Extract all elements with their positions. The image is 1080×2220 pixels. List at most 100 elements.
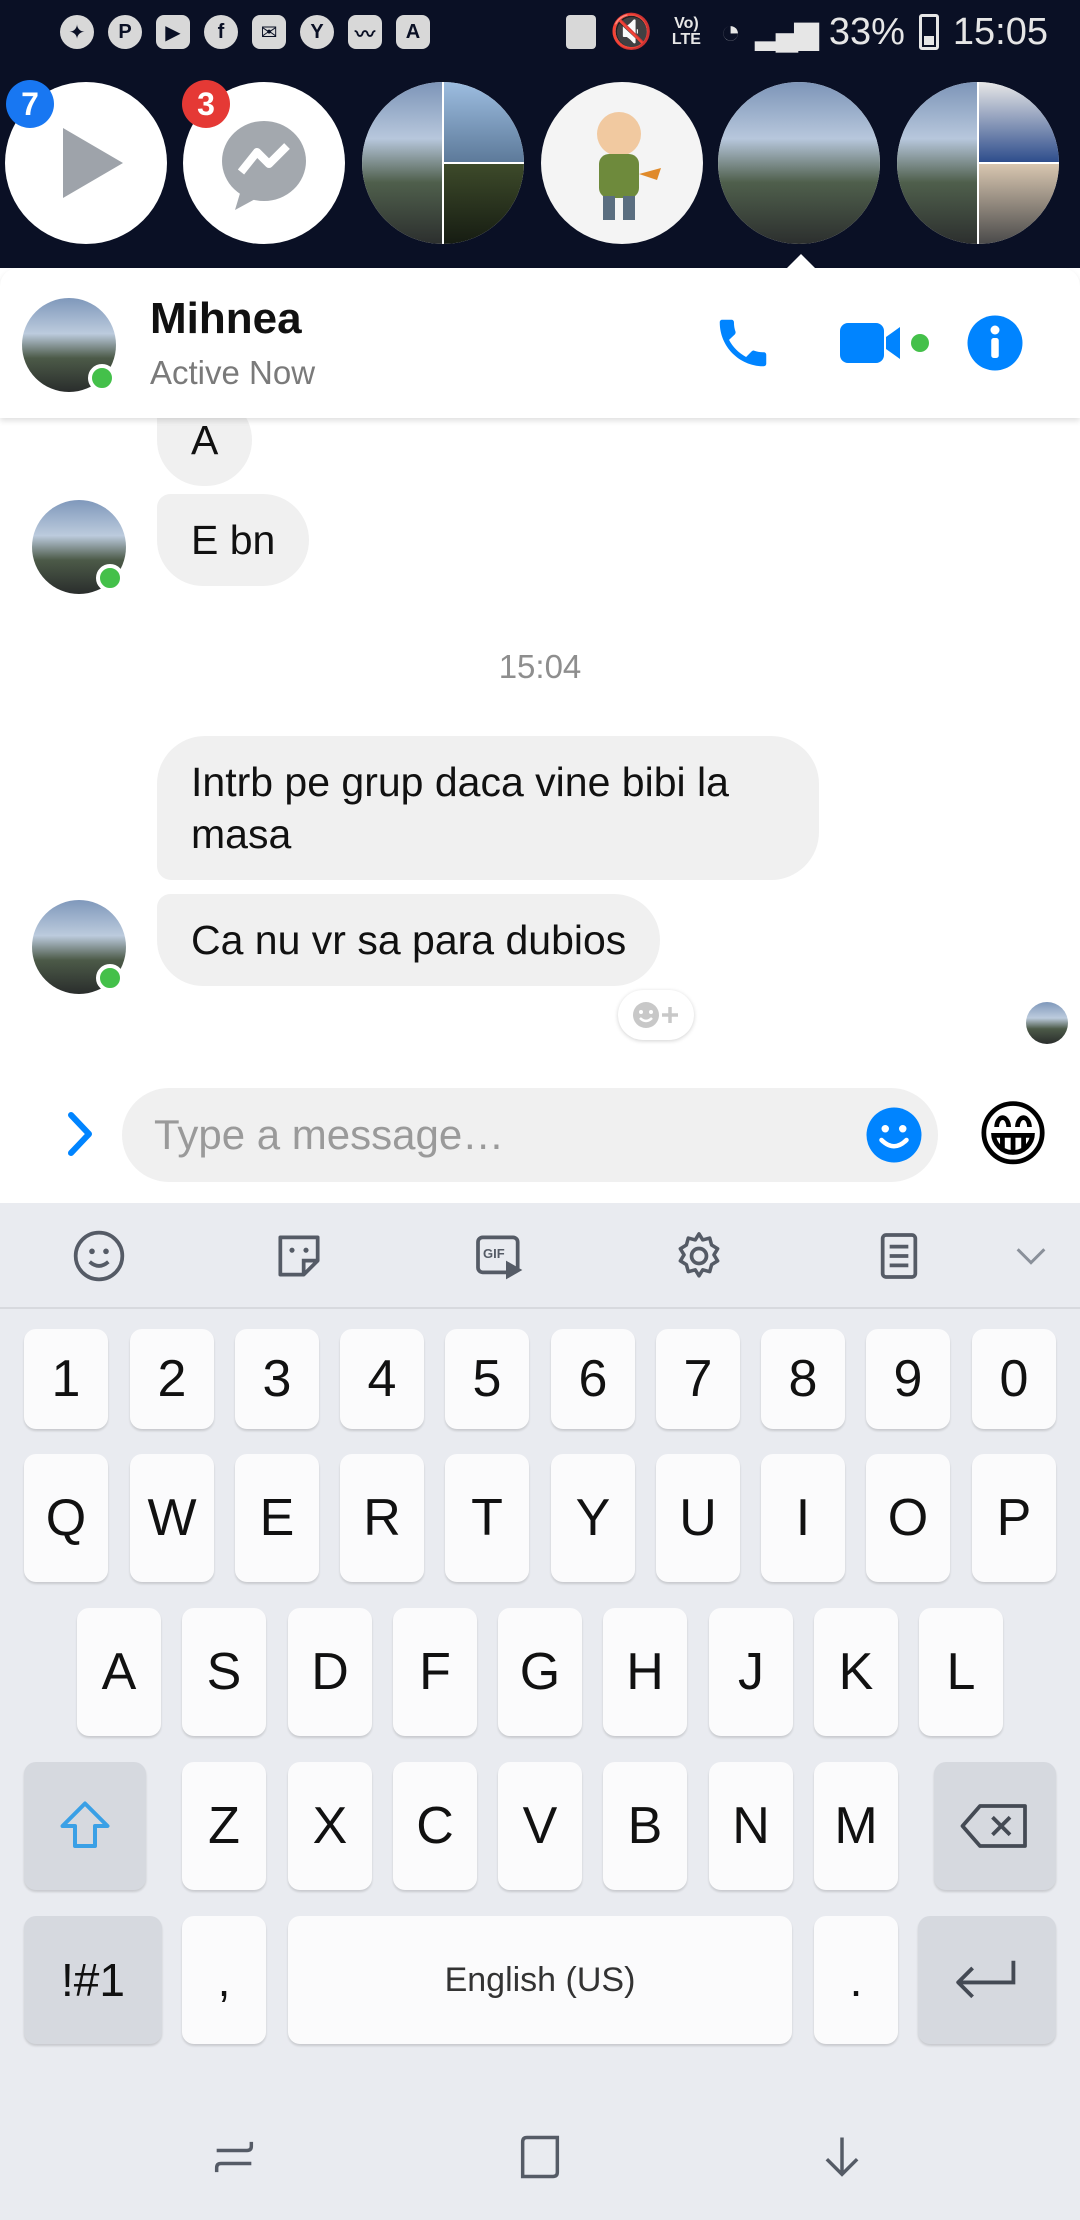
recent-apps-icon — [214, 2141, 254, 2173]
online-indicator — [96, 964, 124, 992]
settings-icon — [678, 1232, 720, 1278]
key-m[interactable]: M — [814, 1762, 898, 1890]
key-x[interactable]: X — [288, 1762, 372, 1890]
key-f[interactable]: F — [393, 1608, 477, 1736]
keyboard-sticker-button[interactable] — [266, 1223, 332, 1289]
key-y[interactable]: Y — [551, 1454, 635, 1582]
info-button[interactable] — [960, 308, 1030, 378]
enter-icon — [956, 1960, 1016, 1999]
message-input[interactable] — [154, 1088, 834, 1182]
key-g[interactable]: G — [498, 1608, 582, 1736]
cartoon-avatar-icon — [597, 112, 661, 220]
key-w[interactable]: W — [130, 1454, 214, 1582]
gif-label: GIF — [483, 1246, 505, 1261]
symbols-key[interactable]: !#1 — [24, 1916, 162, 2044]
key-3[interactable]: 3 — [235, 1329, 319, 1429]
key-4[interactable]: 4 — [340, 1329, 424, 1429]
key-9[interactable]: 9 — [866, 1329, 950, 1429]
contact-name[interactable]: Mihnea — [150, 294, 302, 344]
phone-icon — [719, 319, 767, 367]
info-icon — [967, 315, 1023, 371]
key-z[interactable]: Z — [182, 1762, 266, 1890]
key-5[interactable]: 5 — [445, 1329, 529, 1429]
signal-icon: ▂▄▆ — [754, 14, 819, 50]
key-j[interactable]: J — [709, 1608, 793, 1736]
clock: 15:05 — [952, 10, 1048, 53]
sticker-icon — [278, 1235, 320, 1277]
voice-call-button[interactable] — [708, 308, 778, 378]
message-bubble[interactable]: Ca nu vr sa para dubios — [157, 894, 661, 986]
key-o[interactable]: O — [866, 1454, 950, 1582]
message-composer: 😁 — [0, 1060, 1080, 1202]
key-7[interactable]: 7 — [656, 1329, 740, 1429]
key-d[interactable]: D — [288, 1608, 372, 1736]
space-key[interactable]: English (US) — [288, 1916, 792, 2044]
battery-icon — [918, 14, 939, 50]
key-t[interactable]: T — [445, 1454, 529, 1582]
key-k[interactable]: K — [814, 1608, 898, 1736]
keyboard: GIF 1 2 3 4 5 6 7 8 9 0 Q W E R T Y U I … — [0, 1203, 1080, 2093]
keyboard-clipboard-button[interactable] — [866, 1223, 932, 1289]
recent-apps-button[interactable] — [202, 2125, 266, 2189]
message-bubble[interactable]: Intrb pe grup daca vine bibi la masa — [157, 736, 819, 880]
period-key[interactable]: . — [814, 1916, 898, 2044]
group2-photo-1 — [897, 82, 977, 244]
comma-key[interactable]: , — [182, 1916, 266, 2044]
key-1[interactable]: 1 — [24, 1329, 108, 1429]
keyboard-settings-button[interactable] — [666, 1223, 732, 1289]
keyboard-emoji-button[interactable] — [66, 1223, 132, 1289]
chat-head-group-1[interactable] — [362, 82, 524, 244]
smiley-icon — [866, 1107, 922, 1163]
key-2[interactable]: 2 — [130, 1329, 214, 1429]
message-bubble[interactable]: E bn — [157, 494, 310, 586]
key-n[interactable]: N — [709, 1762, 793, 1890]
chevron-right-icon — [68, 1112, 92, 1156]
key-6[interactable]: 6 — [551, 1329, 635, 1429]
add-reaction-button[interactable] — [618, 990, 694, 1040]
chevron-down-icon — [1016, 1248, 1046, 1265]
quick-reaction-button[interactable]: 😁 — [968, 1090, 1058, 1180]
backspace-key[interactable] — [934, 1762, 1056, 1890]
key-u[interactable]: U — [656, 1454, 740, 1582]
youtube-icon: ▶ — [156, 15, 190, 49]
keyboard-collapse-button[interactable] — [998, 1223, 1064, 1289]
emoji-picker-button[interactable] — [864, 1105, 924, 1165]
key-e[interactable]: E — [235, 1454, 319, 1582]
key-i[interactable]: I — [761, 1454, 845, 1582]
add-reaction-icon — [633, 1002, 678, 1028]
read-receipt-avatar — [1026, 1002, 1068, 1044]
hide-keyboard-button[interactable] — [810, 2125, 874, 2189]
video-call-button[interactable] — [836, 308, 936, 378]
key-s[interactable]: S — [182, 1608, 266, 1736]
home-button[interactable] — [508, 2125, 572, 2189]
key-a[interactable]: A — [77, 1608, 161, 1736]
key-v[interactable]: V — [498, 1762, 582, 1890]
keyboard-gif-button[interactable]: GIF — [466, 1223, 532, 1289]
selected-head-indicator — [785, 254, 817, 270]
key-h[interactable]: H — [603, 1608, 687, 1736]
message-input-container — [122, 1088, 938, 1182]
key-0[interactable]: 0 — [972, 1329, 1056, 1429]
contact-status: Active Now — [150, 354, 316, 391]
shift-key[interactable] — [24, 1762, 146, 1890]
chat-head-group-2[interactable] — [897, 82, 1059, 244]
backspace-icon — [960, 1804, 1027, 1848]
navigation-bar — [0, 2093, 1080, 2220]
status-bar: ✦ P ▶ f ✉ Y 〰 A 🔇 Vo) LTE ◔ ▂▄▆ 33% 15:0… — [0, 0, 1080, 268]
key-r[interactable]: R — [340, 1454, 424, 1582]
pinterest-icon: P — [108, 15, 142, 49]
app-icon: A — [396, 15, 430, 49]
keyboard-toolbar: GIF — [0, 1203, 1080, 1309]
key-c[interactable]: C — [393, 1762, 477, 1890]
key-l[interactable]: L — [919, 1608, 1003, 1736]
key-q[interactable]: Q — [24, 1454, 108, 1582]
chat-head-mihnea[interactable] — [718, 82, 880, 244]
chat-head-cartoon[interactable] — [541, 82, 703, 244]
group-photo-1 — [362, 82, 442, 244]
expand-actions-button[interactable] — [52, 1106, 108, 1162]
enter-key[interactable] — [918, 1916, 1056, 2044]
yahoo-icon: Y — [300, 15, 334, 49]
key-b[interactable]: B — [603, 1762, 687, 1890]
key-p[interactable]: P — [972, 1454, 1056, 1582]
key-8[interactable]: 8 — [761, 1329, 845, 1429]
